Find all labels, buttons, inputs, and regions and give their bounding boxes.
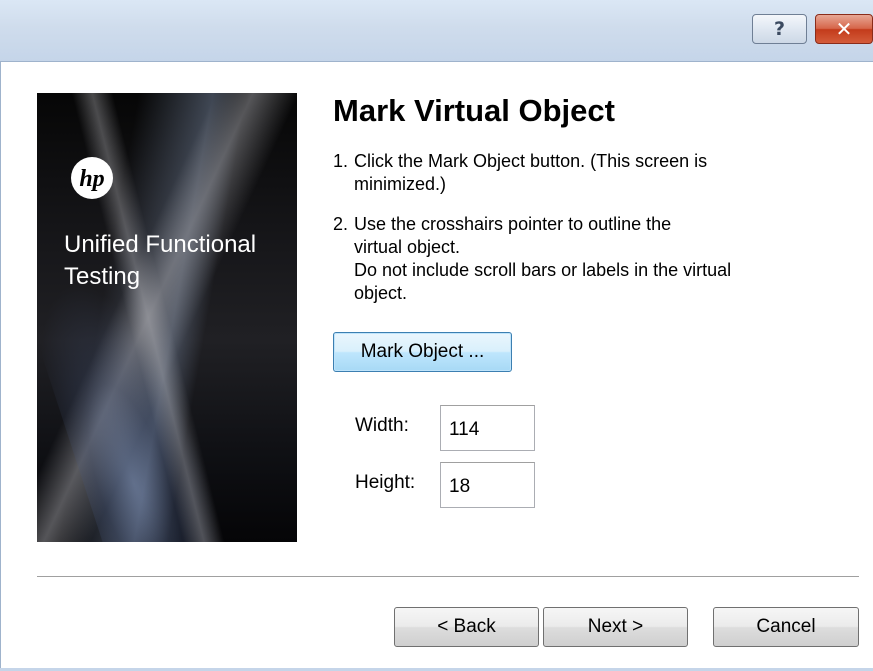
- hp-logo-text: hp: [79, 166, 104, 192]
- width-label: Width:: [355, 415, 409, 437]
- height-field[interactable]: [440, 462, 535, 508]
- page-title: Mark Virtual Object: [333, 93, 615, 129]
- instruction-step-1: 1.Click the Mark Object button. (This sc…: [333, 150, 813, 196]
- footer-separator: [37, 576, 859, 578]
- step-2-number: 2.: [333, 213, 354, 236]
- cancel-button[interactable]: Cancel: [713, 607, 859, 647]
- window-border: [0, 62, 1, 671]
- back-button[interactable]: < Back: [394, 607, 539, 647]
- back-button-label: < Back: [437, 616, 496, 638]
- product-name-line1: Unified Functional: [64, 229, 294, 261]
- hp-logo-icon: hp: [70, 156, 114, 200]
- help-icon: ?: [774, 18, 785, 40]
- step-2-line-1: Use the crosshairs pointer to outline th…: [354, 214, 671, 234]
- help-button[interactable]: ?: [752, 14, 807, 44]
- step-1-number: 1.: [333, 150, 354, 173]
- step-2-line-4: object.: [333, 282, 813, 305]
- instruction-step-2: 2.Use the crosshairs pointer to outline …: [333, 213, 813, 305]
- close-button[interactable]: ✕: [815, 14, 873, 44]
- step-1-line-1: Click the Mark Object button. (This scre…: [354, 151, 707, 171]
- product-name-line2: Testing: [64, 261, 294, 293]
- mark-object-button[interactable]: Mark Object ...: [333, 332, 512, 372]
- title-bar: ? ✕: [0, 0, 873, 62]
- cancel-button-label: Cancel: [756, 616, 815, 638]
- step-1-line-2: minimized.): [333, 173, 813, 196]
- width-field[interactable]: [440, 405, 535, 451]
- step-2-line-2: virtual object.: [333, 236, 813, 259]
- product-name: Unified Functional Testing: [64, 229, 294, 293]
- next-button-label: Next >: [588, 616, 643, 638]
- side-banner: hp Unified Functional Testing: [37, 93, 297, 542]
- wizard-dialog: ? ✕ hp Unified Functional Testing Mark V…: [0, 0, 873, 671]
- height-label: Height:: [355, 472, 415, 494]
- mark-object-button-label: Mark Object ...: [361, 341, 485, 363]
- close-icon: ✕: [836, 17, 853, 41]
- step-2-line-3: Do not include scroll bars or labels in …: [333, 259, 813, 282]
- next-button[interactable]: Next >: [543, 607, 688, 647]
